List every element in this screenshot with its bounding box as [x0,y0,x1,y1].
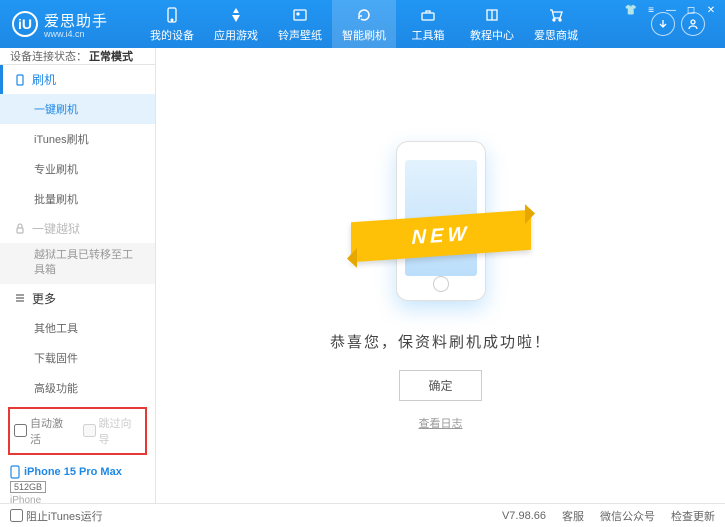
new-ribbon: NEW [351,209,531,262]
book-icon [483,6,501,24]
sidebar-item-firmware[interactable]: 下载固件 [0,343,155,373]
logo-icon: iU [12,11,38,37]
sidebar-head-flash[interactable]: 刷机 [0,65,155,94]
device-type: iPhone [10,495,145,506]
device-info: iPhone 15 Pro Max 512GB iPhone [0,459,155,512]
list-icon [14,292,26,304]
block-itunes-checkbox[interactable]: 阻止iTunes运行 [10,508,103,524]
menu-button[interactable]: ≡ [643,4,659,16]
window-controls: 👕 ≡ — ◻ ✕ [623,4,719,16]
skin-button[interactable]: 👕 [623,4,639,16]
sidebar: 设备连接状态：正常模式 刷机 一键刷机 iTunes刷机 专业刷机 批量刷机 一… [0,48,156,503]
titlebar: iU 爱思助手 www.i4.cn 我的设备 应用游戏 铃声壁纸 智能刷机 工具… [0,0,725,48]
connection-status: 设备连接状态：正常模式 [0,48,155,65]
nav-tutorials[interactable]: 教程中心 [460,0,524,48]
maximize-button[interactable]: ◻ [683,4,699,16]
nav-apps[interactable]: 应用游戏 [204,0,268,48]
success-illustration: NEW [346,121,536,321]
sidebar-head-more[interactable]: 更多 [0,284,155,313]
footer-update[interactable]: 检查更新 [671,508,715,524]
minimize-button[interactable]: — [663,4,679,16]
sidebar-head-jailbreak: 一键越狱 [0,214,155,243]
brand-url: www.i4.cn [44,29,108,39]
sidebar-item-itunes[interactable]: iTunes刷机 [0,124,155,154]
brand-logo: iU 爱思助手 www.i4.cn [12,10,140,39]
toolbox-icon [419,6,437,24]
version-label: V7.98.66 [502,510,546,522]
apps-icon [227,6,245,24]
nav-my-device[interactable]: 我的设备 [140,0,204,48]
sidebar-item-batch[interactable]: 批量刷机 [0,184,155,214]
auto-activate-checkbox[interactable]: 自动激活 [14,415,73,447]
phone-icon [163,6,181,24]
footer-wechat[interactable]: 微信公众号 [600,508,655,524]
sidebar-item-advanced[interactable]: 高级功能 [0,373,155,403]
nav-flash[interactable]: 智能刷机 [332,0,396,48]
image-icon [291,6,309,24]
view-log-link[interactable]: 查看日志 [419,415,463,431]
main-content: NEW 恭喜您，保资料刷机成功啦！ 确定 查看日志 [156,48,725,503]
nav-ringtones[interactable]: 铃声壁纸 [268,0,332,48]
skip-guide-checkbox[interactable]: 跳过向导 [83,415,142,447]
refresh-icon [355,6,373,24]
nav-toolbox[interactable]: 工具箱 [396,0,460,48]
phone-icon [14,74,26,86]
top-nav: 我的设备 应用游戏 铃声壁纸 智能刷机 工具箱 教程中心 爱思商城 [140,0,645,48]
lock-icon [14,223,26,235]
sidebar-item-pro[interactable]: 专业刷机 [0,154,155,184]
phone-icon [10,465,20,479]
success-message: 恭喜您，保资料刷机成功啦！ [330,331,551,352]
ok-button[interactable]: 确定 [399,370,481,401]
options-row: 自动激活 跳过向导 [8,407,147,455]
sidebar-jailbreak-note: 越狱工具已转移至工具箱 [0,243,155,284]
nav-store[interactable]: 爱思商城 [524,0,588,48]
storage-badge: 512GB [10,481,46,493]
sidebar-item-other[interactable]: 其他工具 [0,313,155,343]
device-name[interactable]: iPhone 15 Pro Max [10,465,145,479]
sidebar-item-oneclick[interactable]: 一键刷机 [0,94,155,124]
cart-icon [547,6,565,24]
close-button[interactable]: ✕ [703,4,719,16]
brand-name: 爱思助手 [44,10,108,31]
footer-support[interactable]: 客服 [562,508,584,524]
